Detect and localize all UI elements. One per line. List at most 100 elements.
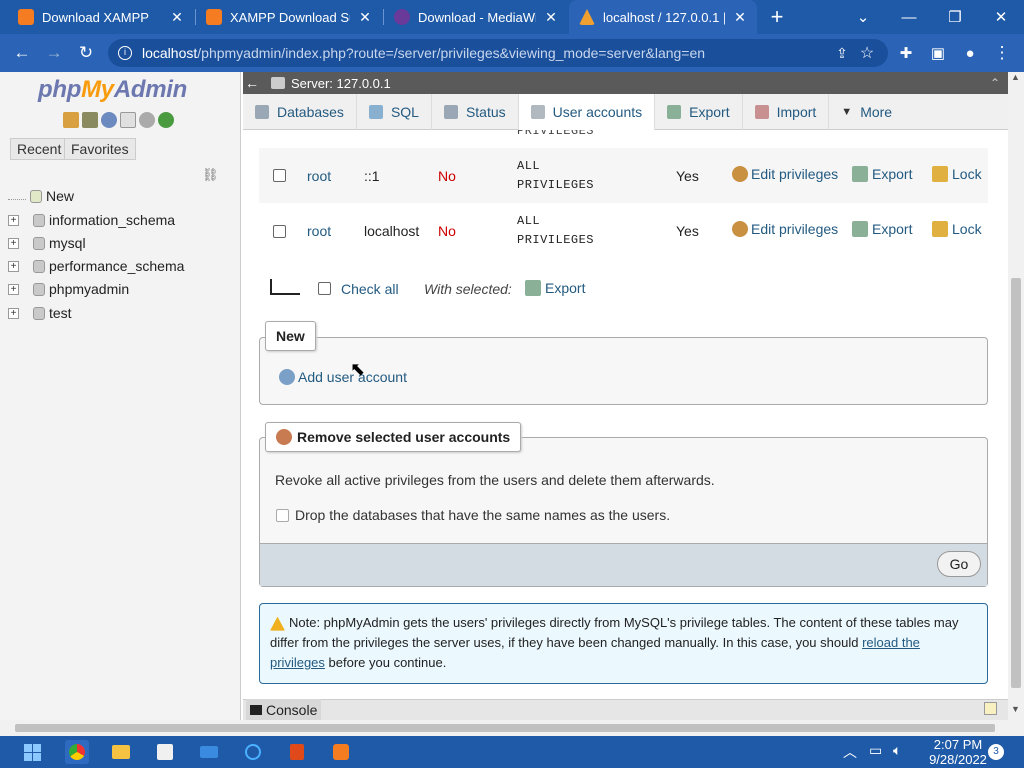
tab-user-accounts[interactable]: User accounts bbox=[518, 94, 656, 130]
expand-icon[interactable]: + bbox=[8, 260, 19, 272]
side-panel-icon[interactable]: ▣ bbox=[922, 34, 954, 72]
console-button[interactable]: Console bbox=[246, 699, 322, 720]
store-icon[interactable] bbox=[153, 740, 177, 764]
tab-favorites[interactable]: Favorites bbox=[64, 138, 136, 160]
export-label: Export bbox=[872, 221, 913, 237]
tab-more[interactable]: ▼ More bbox=[829, 94, 904, 130]
row-checkbox[interactable] bbox=[273, 225, 286, 238]
menu-icon[interactable]: ⋮ bbox=[986, 34, 1018, 72]
volume-icon[interactable]: 🔈︎ bbox=[893, 742, 901, 759]
reload-navigation-icon[interactable] bbox=[158, 112, 174, 128]
close-window-button[interactable]: ✕ bbox=[978, 0, 1024, 34]
tree-item-phpmyadmin[interactable]: + phpmyadmin bbox=[8, 278, 129, 300]
expand-icon[interactable]: + bbox=[8, 307, 19, 319]
browser-tab-active[interactable]: localhost / 127.0.0.1 | p ✕ bbox=[569, 0, 757, 34]
edit-privileges-link[interactable]: Edit privileges bbox=[732, 166, 838, 182]
export-user-link[interactable]: Export bbox=[852, 166, 912, 182]
xampp-taskbar-icon[interactable] bbox=[329, 740, 353, 764]
restore-button[interactable]: ❐ bbox=[932, 0, 978, 34]
export-user-link[interactable]: Export bbox=[852, 221, 912, 237]
mouse-cursor-icon: ⬉ bbox=[350, 359, 366, 379]
expand-icon[interactable]: + bbox=[8, 237, 19, 249]
database-icon bbox=[255, 105, 269, 119]
tab-status[interactable]: Status bbox=[432, 94, 519, 130]
lock-user-link[interactable]: Lock bbox=[932, 221, 982, 237]
tree-item-new[interactable]: New bbox=[8, 185, 74, 207]
taskbar-clock[interactable]: 2:07 PM 9/28/2022 bbox=[918, 737, 998, 767]
password-status: No bbox=[438, 168, 456, 184]
phpmyadmin-logo[interactable]: phpMyAdmin bbox=[38, 76, 187, 104]
tree-item-performance-schema[interactable]: + performance_schema bbox=[8, 255, 184, 277]
close-icon[interactable]: ✕ bbox=[544, 9, 558, 26]
link-with-main-panel-icon[interactable]: ⛓ bbox=[202, 167, 219, 183]
file-explorer-icon[interactable] bbox=[109, 740, 133, 764]
close-icon[interactable]: ✕ bbox=[170, 9, 184, 26]
minimize-button[interactable]: — bbox=[886, 0, 932, 34]
gear-icon[interactable] bbox=[139, 112, 155, 128]
expand-icon[interactable]: + bbox=[8, 283, 19, 295]
expand-icon[interactable]: + bbox=[8, 214, 19, 226]
close-icon[interactable]: ✕ bbox=[358, 9, 372, 26]
tab-label: More bbox=[860, 104, 893, 120]
docs-icon[interactable] bbox=[120, 112, 136, 128]
mail-icon[interactable] bbox=[197, 740, 221, 764]
add-user-account-link[interactable]: Add user account bbox=[279, 369, 407, 385]
database-icon bbox=[33, 306, 45, 320]
close-icon[interactable]: ✕ bbox=[733, 9, 747, 26]
tab-databases[interactable]: Databases bbox=[243, 94, 357, 130]
reload-button[interactable]: ↻ bbox=[70, 34, 102, 72]
drop-databases-checkbox[interactable] bbox=[276, 509, 289, 522]
cortana-icon[interactable] bbox=[241, 740, 265, 764]
go-button[interactable]: Go bbox=[937, 551, 981, 577]
logo-my: My bbox=[81, 76, 114, 103]
edit-privileges-link[interactable]: Edit privileges bbox=[732, 221, 838, 237]
extensions-icon[interactable]: ✚ bbox=[890, 34, 922, 72]
back-button[interactable]: ← bbox=[6, 34, 38, 72]
scroll-down-arrow-icon[interactable]: ▼ bbox=[1011, 704, 1020, 714]
network-icon[interactable]: ▭ bbox=[869, 742, 882, 759]
tree-item-mysql[interactable]: + mysql bbox=[8, 232, 86, 254]
collapse-top-icon[interactable]: ⌃ bbox=[990, 76, 1000, 90]
check-all-checkbox[interactable] bbox=[318, 282, 331, 295]
scroll-up-arrow-icon[interactable]: ▲ bbox=[1011, 72, 1020, 82]
notification-badge[interactable]: 3 bbox=[988, 744, 1004, 760]
lock-user-link[interactable]: Lock bbox=[932, 166, 982, 182]
browser-tab-0[interactable]: Download XAMPP ✕ bbox=[8, 0, 194, 34]
tree-item-test[interactable]: + test bbox=[8, 302, 72, 324]
database-icon bbox=[33, 236, 45, 250]
address-bar[interactable]: i localhost/phpmyadmin/index.php?route=/… bbox=[108, 39, 888, 67]
new-tab-button[interactable]: + bbox=[760, 0, 794, 34]
tree-item-information-schema[interactable]: + information_schema bbox=[8, 209, 175, 231]
site-info-icon[interactable]: i bbox=[118, 46, 132, 60]
drop-databases-label[interactable]: Drop the databases that have the same na… bbox=[295, 507, 670, 523]
home-icon[interactable] bbox=[63, 112, 79, 128]
user-name: root bbox=[307, 223, 332, 239]
chrome-taskbar-icon[interactable] bbox=[65, 740, 89, 764]
row-checkbox[interactable] bbox=[273, 169, 286, 182]
tab-sql[interactable]: SQL bbox=[357, 94, 432, 130]
console-options-icon[interactable] bbox=[984, 702, 997, 715]
tab-import[interactable]: Import bbox=[743, 94, 830, 130]
vertical-scroll-thumb[interactable] bbox=[1011, 278, 1021, 688]
bookmark-star-icon[interactable]: ☆ bbox=[851, 34, 883, 72]
help-icon[interactable] bbox=[101, 112, 117, 128]
tab-search-icon[interactable]: ⌄ bbox=[840, 0, 886, 34]
forward-button[interactable]: → bbox=[38, 34, 70, 72]
browser-tab-1[interactable]: XAMPP Download Suc ✕ bbox=[196, 0, 382, 34]
lock-icon bbox=[932, 166, 948, 182]
office-icon[interactable] bbox=[285, 740, 309, 764]
tree-item-label: New bbox=[46, 188, 75, 204]
tray-chevron-up-icon[interactable]: ︿ bbox=[843, 742, 857, 762]
windows-start-icon[interactable] bbox=[20, 740, 44, 764]
horizontal-scroll-thumb[interactable] bbox=[15, 724, 995, 732]
check-all-label[interactable]: Check all bbox=[341, 281, 399, 297]
browser-tab-2[interactable]: Download - MediaWiki ✕ bbox=[384, 0, 568, 34]
collapse-sidebar-icon[interactable]: ← bbox=[243, 72, 261, 94]
profile-icon[interactable]: ● bbox=[954, 34, 986, 72]
url-path: /phpmyadmin/index.php?route=/server/priv… bbox=[197, 45, 706, 61]
tab-export[interactable]: Export bbox=[655, 94, 743, 130]
tab-recent[interactable]: Recent bbox=[10, 138, 69, 160]
server-label[interactable]: Server: 127.0.0.1 bbox=[291, 76, 391, 91]
logout-icon[interactable] bbox=[82, 112, 98, 128]
export-selected-button[interactable]: Export bbox=[525, 280, 585, 296]
